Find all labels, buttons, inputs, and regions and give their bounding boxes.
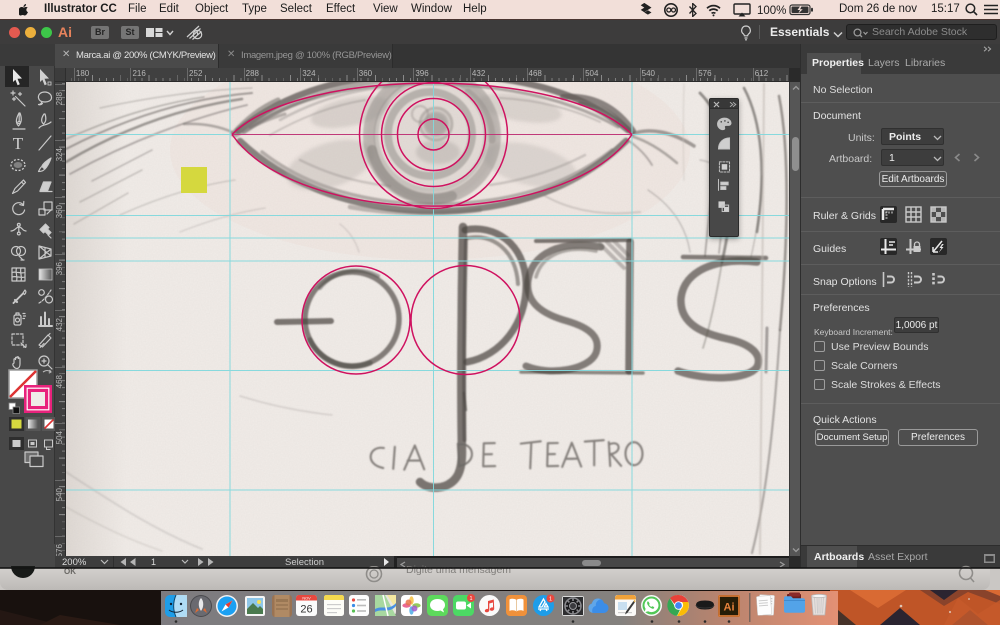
svg-text:Ai: Ai bbox=[724, 602, 735, 614]
svg-text:NOV: NOV bbox=[302, 597, 311, 601]
svg-text:26: 26 bbox=[300, 604, 312, 616]
svg-text:100%: 100% bbox=[757, 5, 786, 17]
svg-text:1: 1 bbox=[151, 558, 156, 566]
svg-text:1: 1 bbox=[549, 596, 552, 602]
svg-text:T: T bbox=[13, 134, 24, 153]
svg-text:1: 1 bbox=[469, 596, 472, 602]
